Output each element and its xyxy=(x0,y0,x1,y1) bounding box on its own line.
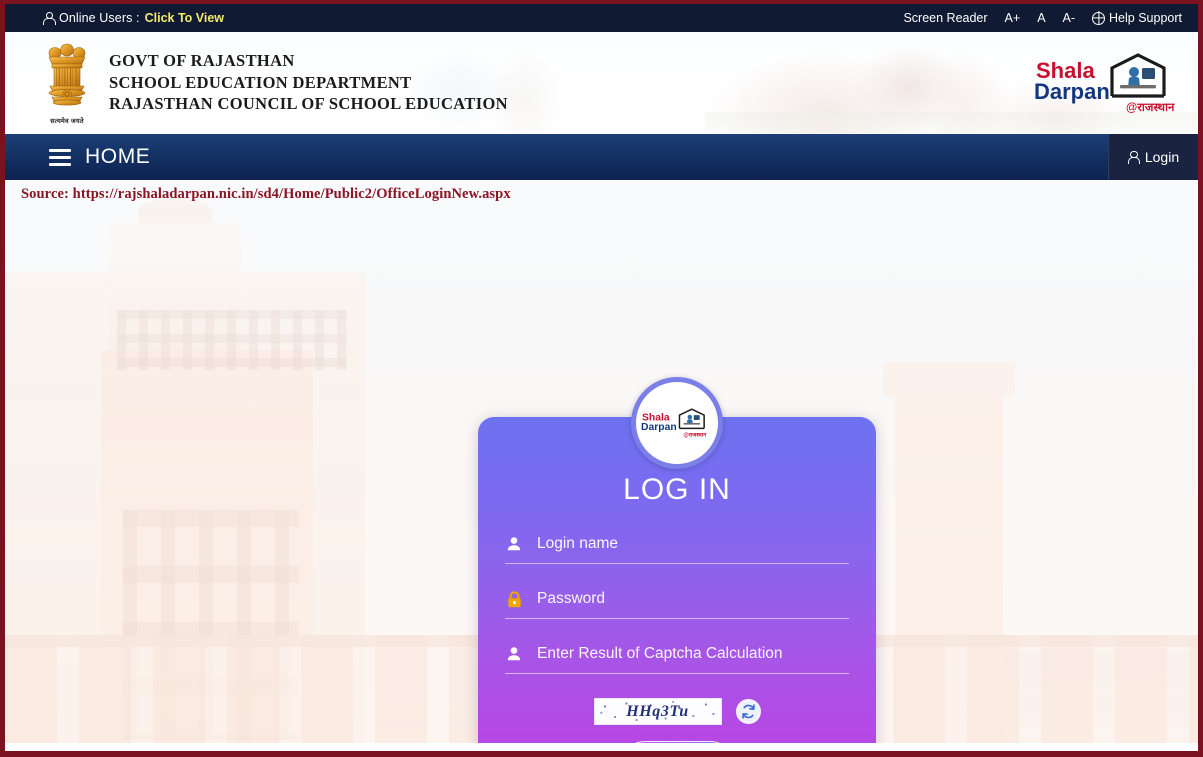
hamburger-menu-icon[interactable] xyxy=(49,149,71,166)
svg-text:@राजस्थान: @राजस्थान xyxy=(683,432,707,438)
site-header: सत्यमेव जयते GOVT OF RAJASTHAN SCHOOL ED… xyxy=(5,32,1198,134)
login-card-title: LOG IN xyxy=(478,473,876,507)
nav-item-home[interactable]: HOME xyxy=(5,134,150,180)
shala-darpan-logo-icon: Shala Darpan @राजस्थान xyxy=(631,377,723,469)
font-increase-button[interactable]: A+ xyxy=(1005,11,1021,25)
utility-topbar: Online Users : Click To View Screen Read… xyxy=(5,4,1198,32)
online-users-label: Online Users : xyxy=(59,11,140,25)
emblem-motto: सत्यमेव जयते xyxy=(39,116,95,125)
svg-text:Darpan: Darpan xyxy=(641,422,677,433)
person-icon xyxy=(505,536,523,552)
captcha-answer-field-row[interactable] xyxy=(505,643,849,674)
org-title-line3: RAJASTHAN COUNCIL OF SCHOOL EDUCATION xyxy=(109,95,508,114)
person-icon xyxy=(43,12,54,25)
online-users-group[interactable]: Online Users : Click To View xyxy=(43,11,224,25)
captcha-text: HHq3Tu xyxy=(626,703,689,721)
font-decrease-button[interactable]: A- xyxy=(1063,11,1076,25)
nav-login-button[interactable]: Login xyxy=(1108,134,1198,180)
font-normal-button[interactable]: A xyxy=(1037,11,1045,25)
captcha-row: HHq3Tu xyxy=(478,698,876,725)
person-icon xyxy=(505,646,523,662)
login-stage: Source: https://rajshaladarpan.nic.in/sd… xyxy=(5,180,1198,743)
captcha-answer-input[interactable] xyxy=(537,645,849,663)
password-field-row[interactable] xyxy=(505,588,849,619)
login-name-input[interactable] xyxy=(537,535,849,553)
nav-home-label: HOME xyxy=(85,145,150,169)
nav-login-label: Login xyxy=(1145,149,1179,165)
refresh-icon[interactable] xyxy=(736,699,761,724)
login-card: Shala Darpan @राजस्थान LOG IN xyxy=(478,417,876,743)
accessibility-group: Screen Reader A+ A A- Help Support xyxy=(903,11,1188,25)
source-url-annotation: Source: https://rajshaladarpan.nic.in/sd… xyxy=(21,186,511,203)
browser-page: Online Users : Click To View Screen Read… xyxy=(0,0,1203,757)
login-fields xyxy=(505,533,849,674)
screen-reader-link[interactable]: Screen Reader xyxy=(903,11,987,25)
org-title-line2: SCHOOL EDUCATION DEPARTMENT xyxy=(109,74,508,93)
login-button-wrap: Login xyxy=(478,741,876,743)
login-submit-button[interactable]: Login xyxy=(621,741,734,743)
click-to-view-link[interactable]: Click To View xyxy=(145,11,224,25)
globe-icon xyxy=(1092,12,1105,25)
lock-icon xyxy=(505,591,523,608)
help-support-label: Help Support xyxy=(1109,11,1182,25)
password-input[interactable] xyxy=(537,590,849,608)
captcha-image: HHq3Tu xyxy=(594,698,722,725)
org-title-line1: GOVT OF RAJASTHAN xyxy=(109,52,508,71)
help-support-link[interactable]: Help Support xyxy=(1092,11,1182,25)
person-icon xyxy=(1128,151,1139,164)
main-navbar: HOME Login xyxy=(5,134,1198,180)
ashoka-emblem-icon: सत्यमेव जयते xyxy=(39,41,95,125)
organisation-titles: GOVT OF RAJASTHAN SCHOOL EDUCATION DEPAR… xyxy=(109,52,508,115)
login-name-field-row[interactable] xyxy=(505,533,849,564)
